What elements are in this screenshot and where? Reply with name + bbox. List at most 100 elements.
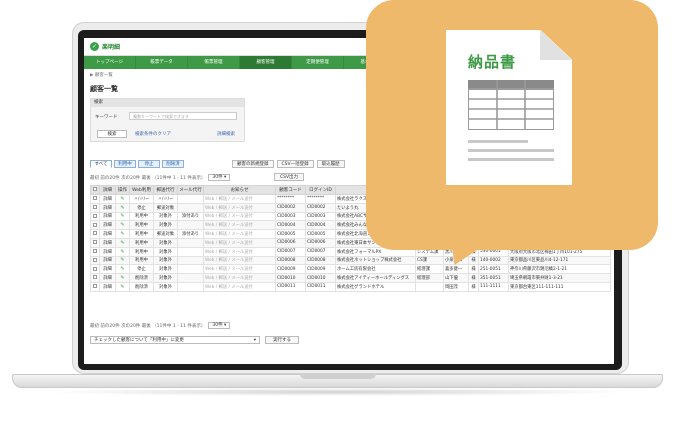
detail-link[interactable]: 詳細	[99, 255, 116, 266]
table-cell: CID0002	[305, 202, 336, 213]
pager-bottom-text: 最初 前の20件 次の20件 最後 （11件中 1 - 11 件表示）	[90, 323, 206, 329]
row-checkbox[interactable]	[93, 266, 97, 271]
edit-icon[interactable]: ✎	[120, 213, 124, 219]
table-cell: 削除済	[129, 273, 154, 283]
edit-icon[interactable]: ✎	[120, 275, 124, 281]
nav-item[interactable]: 定期便管理	[292, 56, 344, 69]
table-cell: CID0003	[305, 211, 336, 222]
select-all-checkbox[interactable]	[90, 185, 100, 195]
nav-item[interactable]: 帳票管理	[188, 56, 240, 69]
table-cell	[177, 281, 204, 292]
table-cell	[90, 202, 100, 213]
check-icon: ✓	[90, 42, 99, 51]
table-cell: CID0002	[275, 202, 306, 213]
table-cell: Web / 郵送 / メール送付	[203, 220, 276, 231]
detail-link[interactable]: 詳細	[99, 264, 116, 275]
table-cell: 利用中	[129, 229, 154, 239]
chevron-down-icon: ▾	[253, 338, 256, 343]
run-button[interactable]: 実行する	[265, 336, 299, 344]
table-cell: 111-1111	[478, 281, 509, 292]
action-button[interactable]: 顧客の新規登録	[232, 160, 274, 168]
nav-item[interactable]: トップページ	[84, 56, 136, 69]
status-tab[interactable]: 利用中	[114, 160, 136, 168]
row-checkbox[interactable]	[93, 204, 97, 209]
status-tab[interactable]: 停止	[138, 160, 160, 168]
detail-link[interactable]: 詳細	[99, 220, 116, 231]
detail-link[interactable]: 詳細	[99, 237, 116, 248]
nav-item[interactable]: 帳票データ	[136, 56, 188, 69]
stage: ✓ 楽明細 トップページ帳票データ帳票管理顧客管理定期便管理基本設定 ▶ 顧客一…	[0, 0, 676, 441]
edit-icon[interactable]: ✎	[120, 257, 124, 263]
detail-link[interactable]: 詳細	[99, 273, 116, 283]
per-page-select[interactable]: 30件 ▾	[208, 174, 231, 181]
row-checkbox[interactable]	[93, 222, 97, 227]
row-checkbox[interactable]	[93, 284, 97, 289]
table-cell: 利用中	[129, 220, 154, 231]
detail-link[interactable]: 詳細	[99, 194, 116, 204]
table-cell: ✎	[115, 273, 130, 283]
app-logo[interactable]: ✓ 楽明細	[90, 42, 120, 51]
laptop-notch	[300, 374, 376, 379]
table-cell: CID0005	[305, 229, 336, 239]
edit-icon[interactable]: ✎	[120, 284, 124, 290]
per-page-select-bottom[interactable]: 30件 ▾	[208, 322, 231, 329]
breadcrumb: ▶ 顧客一覧	[90, 73, 113, 78]
table-cell	[177, 246, 204, 257]
table-cell	[90, 229, 100, 239]
keyword-input[interactable]: 複数キーワードで検索できます	[129, 112, 237, 120]
detail-link[interactable]: 詳細	[99, 229, 116, 239]
table-cell	[90, 237, 100, 248]
row-checkbox[interactable]	[93, 213, 97, 218]
table-cell: ✎	[115, 246, 130, 257]
status-tab[interactable]: すべて	[90, 160, 112, 168]
detail-link[interactable]: 詳細	[99, 202, 116, 213]
status-tab[interactable]: 削除済	[162, 160, 184, 168]
row-checkbox[interactable]	[93, 275, 97, 280]
nav-item[interactable]: 顧客管理	[240, 56, 292, 69]
row-checkbox[interactable]	[93, 257, 97, 262]
edit-icon[interactable]: ✎	[120, 266, 124, 272]
edit-icon[interactable]: ✎	[120, 240, 124, 246]
edit-icon[interactable]: ✎	[120, 222, 124, 228]
row-checkbox[interactable]	[93, 231, 97, 236]
table-cell: 神奈川県藤沢市鵠沼橘2-1-21	[508, 264, 611, 275]
search-button[interactable]: 検索	[97, 130, 127, 138]
table-cell: 251-0051	[478, 264, 509, 275]
edit-icon[interactable]: ✎	[120, 205, 124, 211]
document-title: 納品書	[468, 53, 517, 71]
table-cell: ********	[275, 194, 306, 204]
per-page-value-bottom: 30件	[212, 323, 223, 328]
checkbox-icon[interactable]	[93, 187, 97, 192]
edit-icon[interactable]: ✎	[120, 249, 124, 255]
row-checkbox[interactable]	[93, 248, 97, 253]
clear-conditions-link[interactable]: 検索条件のクリア	[135, 131, 171, 137]
per-page-value: 30件	[212, 175, 223, 180]
table-cell: CID0007	[275, 246, 306, 257]
column-header: 詳細	[99, 185, 116, 195]
edit-icon[interactable]: ✎	[120, 196, 124, 202]
table-cell: 山下優	[443, 273, 469, 283]
row-checkbox[interactable]	[93, 196, 97, 201]
table-cell: 利用中	[129, 246, 154, 257]
table-cell: CID0010	[305, 273, 336, 283]
row-checkbox[interactable]	[93, 240, 97, 245]
csv-export-button[interactable]: CSV出力	[274, 173, 304, 181]
table-cell: 株式会社アイティーホールディングス	[335, 273, 416, 283]
action-button[interactable]: CSV一括登録	[276, 160, 314, 168]
table-cell: CID0009	[305, 264, 336, 275]
table-cell: CID0004	[275, 220, 306, 231]
column-header: お知らせ	[203, 185, 276, 195]
advanced-search-link[interactable]: 詳細検索	[217, 131, 235, 137]
detail-link[interactable]: 詳細	[99, 281, 116, 292]
action-button[interactable]: 取込履歴	[316, 160, 345, 168]
edit-icon[interactable]: ✎	[120, 231, 124, 237]
table-cell	[90, 264, 100, 275]
table-cell: CS課	[415, 255, 444, 266]
detail-link[interactable]: 詳細	[99, 246, 116, 257]
table-cell: 東京都台東区111-111-111	[508, 281, 611, 292]
column-header: メール代行	[177, 185, 204, 195]
detail-link[interactable]: 詳細	[99, 211, 116, 222]
table-cell: 経理部	[415, 273, 444, 283]
table-cell: 対象外	[153, 220, 178, 231]
bulk-action-select[interactable]: チェックした顧客について「利用中」に変更 ▾	[90, 336, 260, 344]
